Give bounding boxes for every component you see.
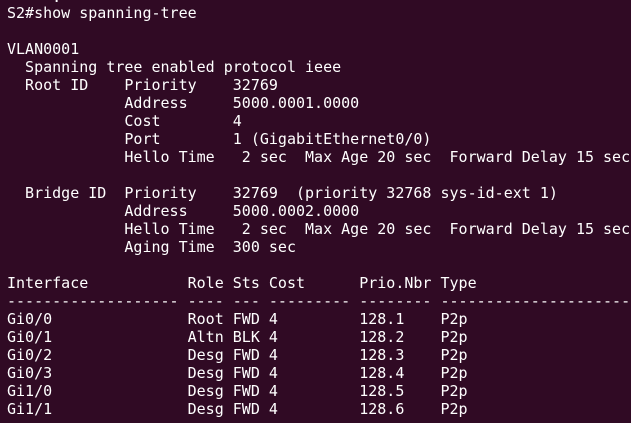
bridge-id-address-line: Address 5000.0002.0000 [7,202,360,220]
interface-table-separator: ------------------- ---- --- --------- -… [7,292,631,310]
table-row: Gi0/1 Altn BLK 4 128.2 P2p [7,328,468,346]
interface-table-header: Interface Role Sts Cost Prio.Nbr Type [7,274,477,292]
table-row: Gi0/0 Root FWD 4 128.1 P2p [7,310,468,328]
vlan-header: VLAN0001 [7,40,80,58]
command-line: S2#show spanning-tree [7,4,197,22]
table-row: Gi1/0 Desg FWD 4 128.5 P2p [7,382,468,400]
bridge-id-timers-line: Hello Time 2 sec Max Age 20 sec Forward … [7,220,631,238]
table-row: Gi1/1 Desg FWD 4 128.6 P2p [7,400,468,418]
root-id-port-line: Port 1 (GigabitEthernet0/0) [7,130,432,148]
root-id-address-line: Address 5000.0001.0000 [7,94,360,112]
terminal-window[interactable]: . S2#show spanning-tree VLAN0001 Spannin… [0,0,631,423]
root-id-timers-line: Hello Time 2 sec Max Age 20 sec Forward … [7,148,631,166]
table-row: Gi0/2 Desg FWD 4 128.3 P2p [7,346,468,364]
root-id-cost-line: Cost 4 [7,112,242,130]
protocol-line: Spanning tree enabled protocol ieee [7,58,342,76]
root-id-priority-line: Root ID Priority 32769 [7,76,278,94]
bridge-id-aging-line: Aging Time 300 sec [7,238,296,256]
table-row: Gi0/3 Desg FWD 4 128.4 P2p [7,364,468,382]
bridge-id-priority-line: Bridge ID Priority 32769 (priority 32768… [7,184,558,202]
